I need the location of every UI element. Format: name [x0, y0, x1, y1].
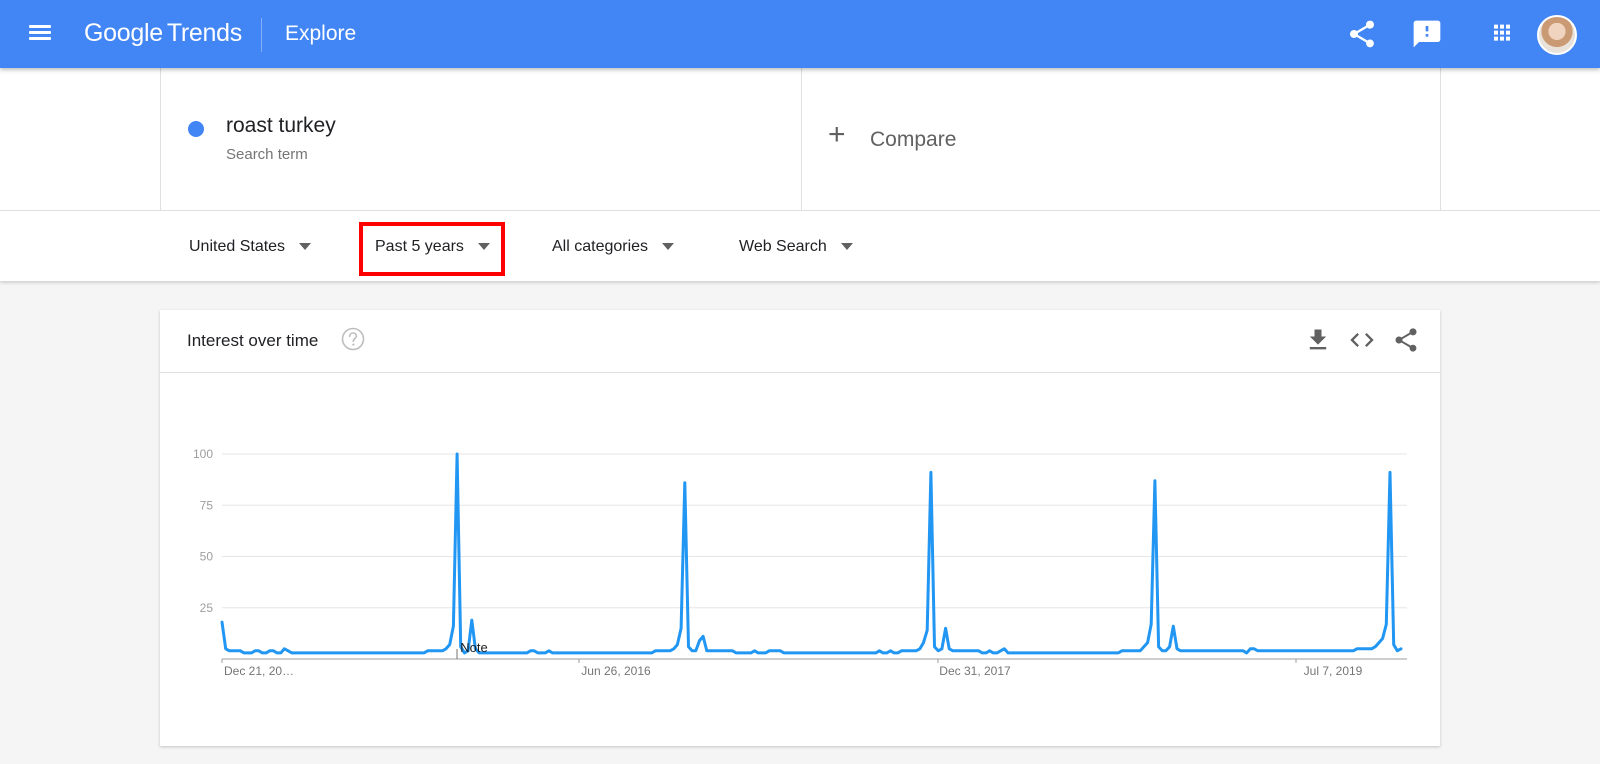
- share-icon[interactable]: [1346, 18, 1378, 50]
- add-icon: +: [828, 118, 846, 151]
- interest-line-chart[interactable]: 25 50 75 100 Dec 21, 20… Jun 26, 2016 Dec 31, …: [160, 372, 1440, 746]
- top-app-bar: Google Trends Explore: [0, 0, 1600, 68]
- series-line-roast-turkey: [220, 452, 1403, 655]
- help-icon[interactable]: [340, 326, 366, 352]
- page-title: Explore: [285, 22, 357, 45]
- apps-grid-icon[interactable]: [1486, 18, 1518, 50]
- embed-icon[interactable]: [1348, 326, 1376, 354]
- category-dropdown[interactable]: All categories: [552, 238, 675, 256]
- google-trends-logo[interactable]: Google Trends: [84, 19, 242, 48]
- search-type-label: Web Search: [739, 238, 827, 255]
- chevron-down-icon: [662, 243, 675, 251]
- search-terms-panel: roast turkey Search term + Compare: [0, 68, 1600, 211]
- card-title: Interest over time: [187, 331, 319, 350]
- filter-bar: United States Past 5 years All categorie…: [0, 211, 1600, 281]
- download-icon[interactable]: [1304, 326, 1332, 354]
- x-tick-label: Jun 26, 2016: [581, 664, 651, 678]
- x-tick-label: Jul 7, 2019: [1304, 664, 1363, 678]
- y-tick-label: 50: [200, 550, 214, 564]
- time-range-label: Past 5 years: [375, 238, 464, 255]
- x-tick-label: Dec 21, 20…: [224, 664, 294, 678]
- y-tick-label: 75: [200, 498, 214, 512]
- logo-google-text: Google: [84, 19, 163, 47]
- search-term-card[interactable]: roast turkey Search term: [160, 68, 802, 210]
- note-label: Note: [460, 640, 487, 655]
- share-icon[interactable]: [1392, 326, 1420, 354]
- search-term[interactable]: roast turkey: [226, 114, 336, 138]
- avatar[interactable]: [1537, 15, 1577, 55]
- chevron-down-icon: [477, 243, 490, 251]
- compare-label: Compare: [870, 128, 957, 151]
- chevron-down-icon: [840, 243, 853, 251]
- y-tick-label: 100: [193, 447, 213, 461]
- card-header: Interest over time: [160, 310, 1440, 373]
- menu-icon[interactable]: [26, 22, 54, 46]
- feedback-icon[interactable]: [1411, 18, 1443, 50]
- chevron-down-icon: [299, 243, 312, 251]
- logo-trends-text: Trends: [166, 19, 242, 47]
- search-term-type: Search term: [226, 146, 308, 163]
- header-divider: [261, 18, 262, 52]
- region-dropdown[interactable]: United States: [189, 238, 312, 256]
- search-type-dropdown[interactable]: Web Search: [739, 238, 853, 256]
- x-tick-label: Dec 31, 2017: [939, 664, 1011, 678]
- interest-over-time-card: Interest over time 25 50 75 100 Dec 21, 20… J…: [160, 310, 1440, 746]
- compare-button[interactable]: + Compare: [800, 68, 1441, 210]
- category-label: All categories: [552, 238, 649, 255]
- time-range-dropdown[interactable]: Past 5 years: [375, 238, 490, 256]
- term-color-dot: [188, 121, 204, 137]
- region-label: United States: [189, 238, 286, 255]
- y-tick-label: 25: [200, 601, 214, 615]
